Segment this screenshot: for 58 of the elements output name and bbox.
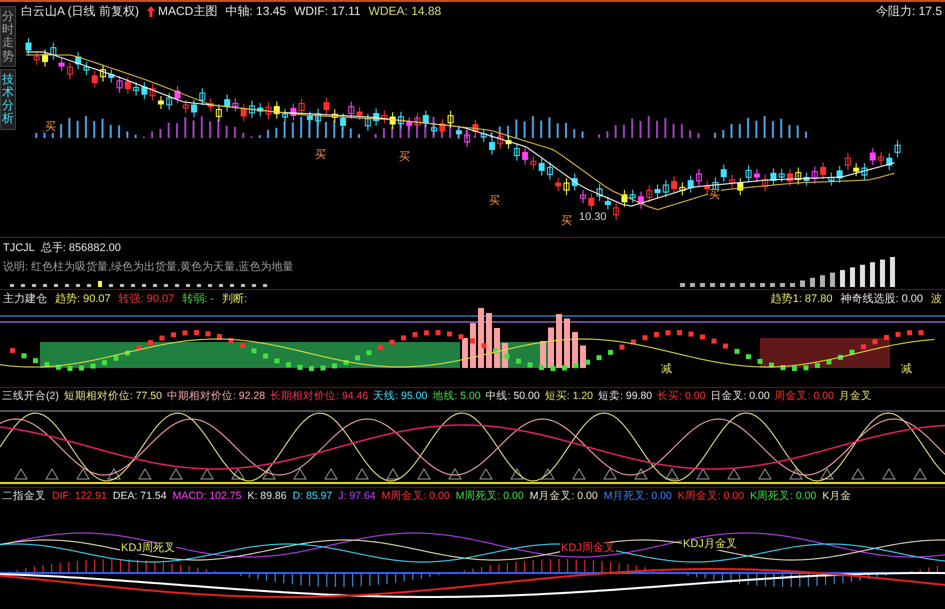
panel-title: TJCJL — [3, 241, 35, 256]
indicator-value: 地线: 5.00 — [432, 389, 481, 404]
indicator-value: 中期相对价位: 92.28 — [166, 389, 266, 404]
resistance-value: 今阻力: 17.5 — [876, 3, 942, 20]
chart-label: 买 — [488, 196, 501, 207]
indicator-value: DEA: 71.54 — [112, 489, 167, 504]
indicator-value: 趋势: 90.07 — [55, 292, 111, 307]
panel-title: 二指金叉 — [2, 489, 46, 504]
stock-title: 白云山A (日线 前复权) — [21, 3, 140, 20]
indicator-value: M周死叉: 0.00 — [456, 489, 524, 504]
indicator-value: 判断: — [222, 292, 248, 307]
indicator-value: K周死叉: 0.00 — [750, 489, 816, 504]
indicator-value: 日金叉: 0.00 — [710, 389, 770, 404]
indicator-value: M月金叉: 0.00 — [530, 489, 598, 504]
indicator-value: M周金叉: 0.00 — [382, 489, 450, 504]
indicator-value: 长买: 0.00 — [657, 389, 706, 404]
indicator-value: 短买: 1.20 — [544, 389, 594, 404]
panel-title: 主力建仓 — [3, 292, 47, 307]
indicator-value: K: 89.86 — [247, 489, 287, 504]
indicator-value: 趋势1: 87.80 — [770, 292, 832, 307]
indicator-value: WDEA: 14.88 — [368, 3, 442, 20]
chart-label: 10.30 — [578, 212, 608, 223]
chart-label: KDJ月金叉 — [682, 538, 738, 550]
side-tab[interactable]: 分时走势 — [0, 6, 16, 67]
indicator-value: 总手: 856882.00 — [40, 241, 121, 256]
indicator-value: MACD: 102.75 — [172, 489, 242, 504]
indicator-value: K月金 — [822, 489, 852, 504]
indicator-value: 中轴: 13.45 — [225, 3, 286, 20]
indicator-value: 波 — [931, 292, 942, 307]
chart-label: 减 — [660, 364, 673, 374]
indicator-value: 短期相对价位: 77.50 — [64, 389, 162, 404]
indicator-value: 短卖: 99.80 — [598, 389, 652, 404]
chart-label: 买 — [560, 216, 573, 227]
chart-label: 买 — [708, 190, 721, 201]
chart-label: 买 — [44, 122, 57, 133]
indicator-value: 天线: 95.00 — [373, 389, 428, 404]
panel-title: 三线开合(2) — [2, 389, 59, 404]
indicator-name: MACD主图 — [158, 3, 218, 20]
indicator-value: 长期相对价位: 94.46 — [270, 389, 368, 404]
indicator-value: 月金叉 — [839, 389, 872, 404]
side-tab[interactable]: 技术分析 — [0, 68, 16, 130]
indicator-value: WDIF: 17.11 — [294, 3, 361, 20]
indicator-value: D: 85.97 — [292, 489, 332, 504]
chart-label: 买 — [398, 152, 411, 163]
indicator-value: K周金叉: 0.00 — [678, 489, 744, 504]
panel-note: 说明: 红色柱为吸货量,绿色为出货量,黄色为天量,蓝色为地量 — [3, 260, 294, 274]
indicator-value: DIF: 122.91 — [52, 489, 107, 504]
indicator-value: M月死叉: 0.00 — [604, 489, 672, 504]
chart-label: 买 — [314, 150, 327, 161]
indicator-value: 神奇线选股: 0.00 — [840, 292, 923, 307]
chart-label: KDJ周死叉 — [120, 542, 176, 554]
indicator-value: J: 97.64 — [338, 489, 376, 504]
indicator-value: 周金叉: 0.00 — [774, 389, 834, 404]
chart-label: KDJ周金叉 — [560, 542, 616, 554]
indicator-value: 转弱: - — [182, 292, 214, 307]
indicator-value: 转强: 90.07 — [118, 292, 174, 307]
indicator-value: 中线: 50.00 — [486, 389, 540, 404]
chart-label: 减 — [900, 364, 913, 374]
